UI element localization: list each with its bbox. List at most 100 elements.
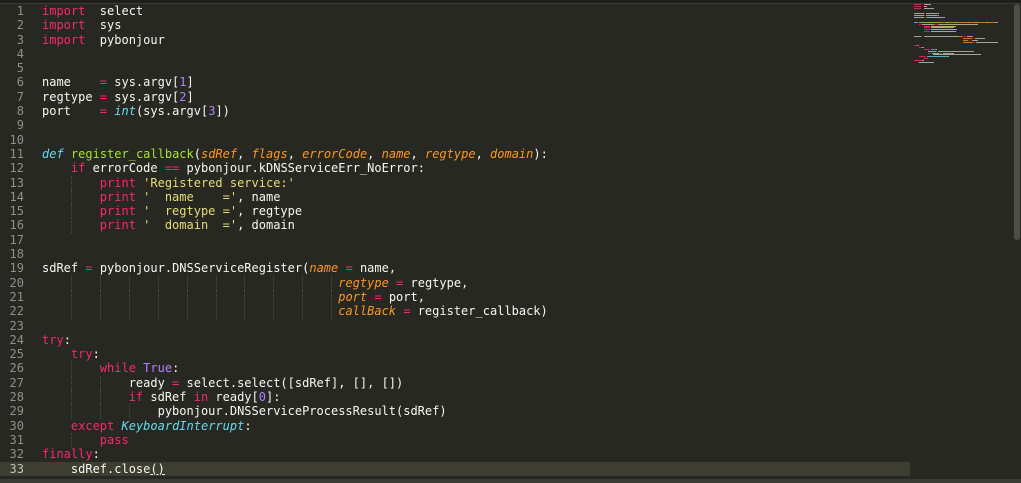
code-token: = [99,104,108,119]
code-token: while [99,361,136,376]
code-line[interactable]: 21 port = port, [0,289,910,305]
code-token: print [99,218,136,233]
code-token: sys.argv[ [107,89,180,104]
line-number: 2 [16,18,24,33]
code-token: KeyboardInterrupt [121,418,245,433]
code-line[interactable]: 26 while True: [0,361,910,376]
line-number: 3 [16,32,24,47]
code-text: name = sys.argv[1] [42,75,194,89]
code-line[interactable]: 9 [0,118,910,132]
minimap-stroke [942,16,946,18]
code-line[interactable]: 33 sdRef.close() [0,461,910,476]
code-token: sdRef [42,261,86,276]
code-token: ' domain =' [143,218,238,233]
line-number: 22 [9,304,24,319]
code-token: print [99,175,136,190]
line-number: 26 [9,361,24,376]
line-number: 25 [9,347,24,362]
code-token: , [475,146,491,161]
code-token: errorCode [85,161,165,176]
code-token: except [70,418,115,433]
code-token: True [143,361,173,376]
code-line[interactable]: 6 name = sys.argv[1] [0,75,910,89]
minimap[interactable] [914,4,1014,64]
code-line[interactable]: 13 print 'Registered service:' [0,175,910,190]
code-line[interactable]: 8 port = int(sys.argv[3]) [0,104,910,118]
line-number: 24 [9,332,24,347]
code-line[interactable]: 19 sdRef = pybonjour.DNSServiceRegister(n… [0,261,910,275]
code-token: regtype [42,89,100,104]
code-token: ]: [266,390,281,405]
code-text: sdRef = pybonjour.DNSServiceRegister(nam… [42,261,396,275]
minimap-stroke [918,23,922,25]
code-token: try [42,332,64,347]
line-number: 9 [16,118,24,133]
vertical-scrollbar[interactable] [1014,4,1020,240]
code-line[interactable]: 25 try: [0,347,910,361]
minimap-stroke [927,56,948,58]
code-token: pybonjour [85,32,165,47]
code-line[interactable]: 2 import sys [0,18,910,32]
code-token: port [42,104,100,119]
minimap-stroke [914,36,922,38]
minimap-stroke [923,16,925,18]
line-number: 16 [9,218,24,233]
minimap-stroke [976,41,998,43]
code-token: regtype [424,146,476,161]
code-token: ready [42,375,173,390]
code-token: import [42,18,86,33]
line-number: 10 [9,132,24,147]
code-token: == [164,161,180,176]
code-line[interactable]: 18 [0,247,910,261]
code-line[interactable]: 12 if errorCode == pybonjour.kDNSService… [0,161,910,175]
code-line[interactable]: 4 [0,47,910,61]
code-line[interactable]: 30 except KeyboardInterrupt: [0,419,910,433]
code-token: , [237,146,252,161]
code-token: in [193,390,209,405]
code-line[interactable]: 32 finally: [0,447,910,461]
minimap-stroke [995,22,998,23]
code-line[interactable]: 29 pybonjour.DNSServiceProcessResult(sdR… [0,404,910,419]
line-number: 15 [9,204,24,219]
code-line[interactable]: 15 print ' regtype =', regtype [0,204,910,219]
code-text: regtype = regtype, [42,276,468,290]
code-line[interactable]: 28 if sdRef in ready[0]: [0,390,910,405]
code-line[interactable]: 24 try: [0,333,910,347]
code-token: ready[ [208,390,259,405]
status-bar [0,479,1021,483]
minimap-stroke [923,58,929,59]
code-text: while True: [42,361,180,376]
code-line[interactable]: 22 callBack = register_callback) [0,304,910,319]
code-line[interactable]: 1 import select [0,4,910,18]
code-line[interactable]: 23 [0,319,910,333]
minimap-stroke [921,36,923,38]
code-line[interactable]: 5 [0,61,910,75]
code-line[interactable]: 11 def register_callback(sdRef, flags, er… [0,147,910,161]
code-token: port, [381,289,425,304]
code-line[interactable]: 10 [0,133,910,147]
code-line[interactable]: 7 regtype = sys.argv[2] [0,90,910,104]
code-token: def [42,146,64,161]
line-number: 29 [9,404,24,419]
code-area[interactable]: 1 import select 2 import sys 3 import pybonjo… [0,4,910,479]
code-token: pybonjour.DNSServiceProcessResult(sdRef) [42,404,447,419]
code-text: pass [42,433,129,447]
code-line[interactable]: 16 print ' domain =', domain [0,218,910,233]
code-text: import sys [42,18,121,32]
code-token: flags [251,146,288,161]
code-line[interactable]: 20 regtype = regtype, [0,275,910,290]
code-line[interactable]: 17 [0,233,910,247]
code-token: register_callback) [410,304,548,319]
code-editor[interactable]: 1 import select 2 import sys 3 import pybonjo… [0,0,1021,483]
code-line[interactable]: 3 import pybonjour [0,33,910,47]
code-line[interactable]: 14 print ' name =', name [0,189,910,205]
code-token: : [92,347,100,362]
code-text: finally: [42,447,100,461]
code-token: 1 [179,75,187,90]
minimap-stroke [946,31,956,32]
code-line[interactable]: 31 pass [0,432,910,448]
code-line[interactable]: 27 ready = select.select([sdRef], [], []… [0,375,910,391]
